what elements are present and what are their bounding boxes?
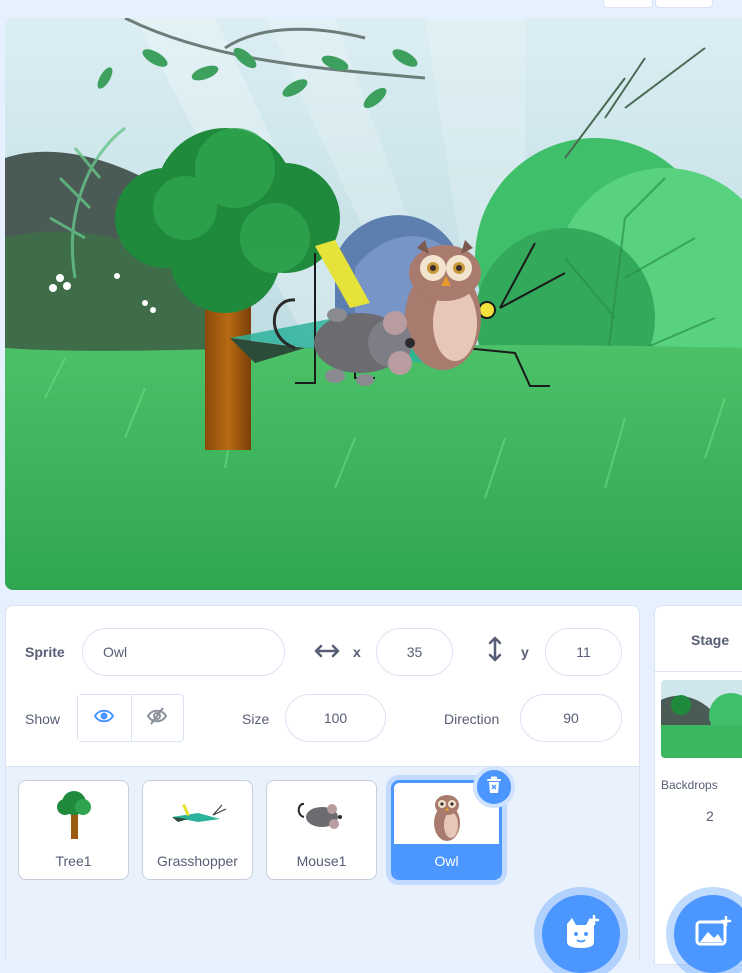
sprite-name-input[interactable]: Owl (82, 628, 285, 676)
direction-label: Direction (444, 711, 500, 727)
stage-canvas[interactable] (5, 18, 742, 590)
add-sprite-cat-icon (562, 914, 600, 955)
sprite-info-panel: Sprite Owl x 35 y 11 Show Size 100 Direc… (5, 605, 640, 767)
trash-icon (486, 776, 502, 799)
tree-thumbnail (19, 781, 128, 847)
backdrops-label: Backdrops (661, 778, 718, 792)
y-value: 11 (576, 644, 591, 660)
add-sprite-button[interactable] (542, 895, 620, 973)
x-input[interactable]: 35 (376, 628, 453, 676)
stage-panel-header: Stage (655, 606, 742, 672)
backdrops-count: 2 (706, 808, 714, 824)
stage-size-button[interactable] (603, 0, 653, 8)
y-label: y (521, 644, 529, 660)
show-toggle (77, 694, 184, 742)
size-label: Size (242, 711, 270, 727)
sprite-label: Sprite (25, 644, 65, 660)
size-value: 100 (323, 710, 348, 726)
delete-sprite-button[interactable] (473, 766, 515, 808)
show-visible-button[interactable] (78, 695, 131, 741)
add-backdrop-icon (694, 915, 732, 953)
size-input[interactable]: 100 (285, 694, 386, 742)
x-arrows-icon (314, 643, 340, 664)
eye-icon (94, 709, 115, 728)
direction-input[interactable]: 90 (520, 694, 622, 742)
sprite-tile-tree1[interactable]: Tree1 (18, 780, 129, 880)
sprite-tile-name: Grasshopper (157, 853, 238, 869)
sprite-tile-mouse1[interactable]: Mouse1 (266, 780, 377, 880)
eye-slash-icon (147, 706, 168, 730)
stage-title: Stage (691, 632, 730, 648)
top-bar (0, 0, 742, 14)
add-backdrop-button[interactable] (674, 895, 742, 973)
show-label: Show (25, 711, 61, 727)
x-value: 35 (406, 644, 423, 660)
fullscreen-button[interactable] (655, 0, 713, 8)
x-label: x (353, 644, 361, 660)
backdrop-thumbnail (661, 680, 742, 758)
sprite-name-value: Owl (103, 644, 128, 660)
grasshopper-thumbnail (143, 781, 252, 847)
y-arrows-icon (488, 636, 502, 667)
direction-value: 90 (563, 710, 579, 726)
sprite-tile-name: Owl (434, 853, 459, 869)
y-input[interactable]: 11 (545, 628, 622, 676)
show-hidden-button[interactable] (130, 695, 184, 741)
sprite-tile-name: Mouse1 (296, 853, 347, 869)
mouse-thumbnail (267, 781, 376, 847)
sprite-tile-name: Tree1 (55, 853, 92, 869)
sprite-tile-grasshopper[interactable]: Grasshopper (142, 780, 253, 880)
